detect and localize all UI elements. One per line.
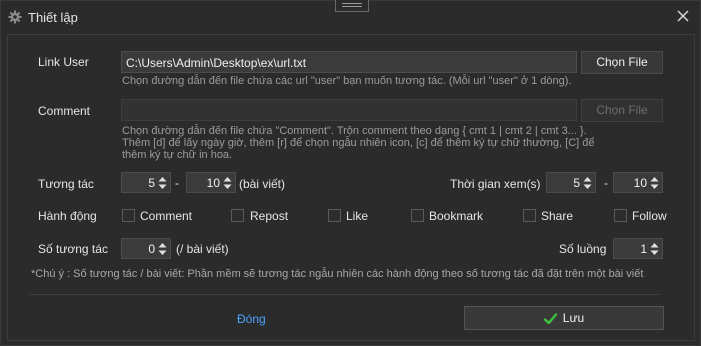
- comment-input[interactable]: [121, 99, 577, 121]
- tuong-tac-max-spinner[interactable]: 10: [186, 172, 236, 193]
- link-user-label: Link User: [38, 55, 89, 69]
- spinner-arrows-icon[interactable]: [158, 242, 167, 256]
- comment-checkbox[interactable]: [122, 209, 135, 222]
- settings-window: Thiết lập Link User C:\Users\Admin\Deskt…: [0, 0, 701, 346]
- so-tuong-tac-unit: (/ bài viết): [176, 242, 229, 256]
- tuong-tac-unit: (bài viết): [239, 177, 286, 191]
- close-icon: [677, 10, 689, 22]
- hanh-dong-label: Hành động: [38, 209, 97, 223]
- title-bar[interactable]: Thiết lập: [1, 0, 701, 31]
- comment-choose-file-button[interactable]: Chọn File: [581, 99, 663, 122]
- spinner-arrows-icon[interactable]: [650, 176, 659, 190]
- comment-hint-line-3: thêm ký tự chữ in hoa.: [122, 149, 233, 161]
- share-checkbox[interactable]: [523, 209, 536, 222]
- spinner-arrows-icon[interactable]: [223, 176, 232, 190]
- spinner-value: 5: [148, 176, 155, 190]
- link-user-choose-file-button[interactable]: Chọn File: [581, 51, 663, 74]
- range-dash: -: [175, 176, 179, 190]
- so-tuong-tac-spinner[interactable]: 0: [121, 238, 171, 259]
- so-luong-label: Số luồng: [559, 242, 607, 256]
- close-link-button[interactable]: Đóng: [237, 312, 266, 326]
- spinner-value: 1: [640, 242, 647, 256]
- drag-handle[interactable]: [335, 0, 369, 12]
- close-button[interactable]: [673, 6, 693, 26]
- tuong-tac-label: Tương tác: [38, 177, 94, 191]
- spinner-arrows-icon[interactable]: [583, 176, 592, 190]
- thoi-gian-min-spinner[interactable]: 5: [546, 172, 596, 193]
- bookmark-checkbox[interactable]: [411, 209, 424, 222]
- repost-checkbox-label: Repost: [250, 209, 289, 223]
- repost-checkbox[interactable]: [231, 209, 244, 222]
- range-dash: -: [604, 176, 608, 190]
- check-icon: [543, 313, 557, 325]
- thoi-gian-xem-label: Thời gian xem(s): [450, 177, 541, 191]
- so-tuong-tac-label: Số tương tác: [38, 242, 108, 256]
- spinner-arrows-icon[interactable]: [158, 176, 167, 190]
- link-user-hint: Chọn đường dẫn đến file chứa các url "us…: [122, 75, 572, 87]
- thoi-gian-max-spinner[interactable]: 10: [613, 172, 663, 193]
- so-luong-spinner[interactable]: 1: [613, 238, 663, 259]
- comment-checkbox-label: Comment: [140, 209, 193, 223]
- like-checkbox[interactable]: [328, 209, 341, 222]
- comment-hint-line-2: Thêm [d] để lấy ngày giờ, thêm [r] để ch…: [122, 137, 595, 149]
- window-title: Thiết lập: [28, 10, 78, 25]
- save-button[interactable]: Lưu: [464, 306, 664, 330]
- footer-divider: [29, 294, 661, 295]
- follow-checkbox-label: Follow: [632, 209, 667, 223]
- comment-hint-line-1: Chọn đường dẫn đến file chứa "Comment". …: [122, 125, 587, 137]
- bookmark-checkbox-label: Bookmark: [429, 209, 484, 223]
- note-text: *Chú ý : Số tương tác / bài viết: Phần m…: [31, 268, 644, 280]
- save-button-label: Lưu: [562, 311, 585, 325]
- spinner-value: 5: [573, 176, 580, 190]
- gear-icon: [8, 10, 22, 24]
- link-user-input[interactable]: C:\Users\Admin\Desktop\ex\url.txt: [121, 51, 577, 73]
- follow-checkbox[interactable]: [614, 209, 627, 222]
- share-checkbox-label: Share: [541, 209, 574, 223]
- spinner-value: 10: [633, 176, 647, 190]
- comment-label: Comment: [38, 104, 91, 118]
- spinner-value: 0: [148, 242, 155, 256]
- spinner-arrows-icon[interactable]: [650, 242, 659, 256]
- like-checkbox-label: Like: [346, 209, 369, 223]
- spinner-value: 10: [206, 176, 220, 190]
- tuong-tac-min-spinner[interactable]: 5: [121, 172, 171, 193]
